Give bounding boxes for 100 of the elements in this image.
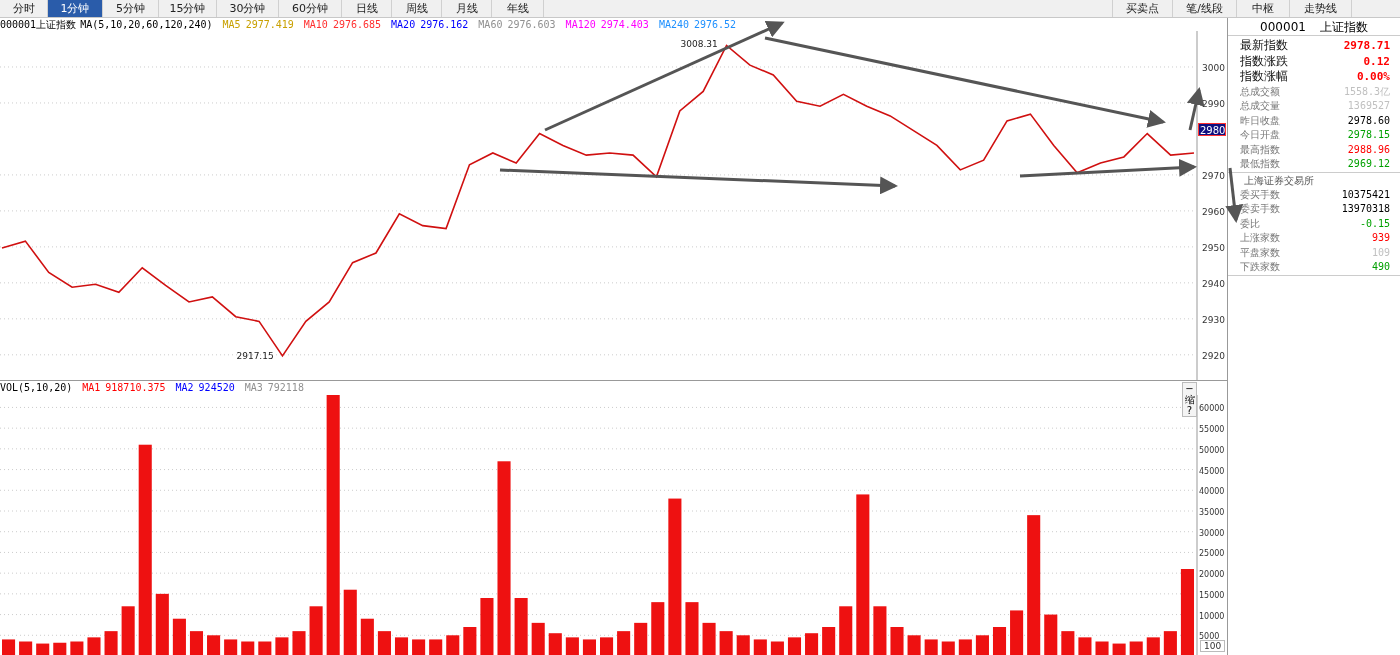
axis-bottom-label: 100 <box>1200 640 1226 652</box>
quote-value: 2988.96 <box>1347 142 1390 157</box>
volume-bar <box>582 639 596 655</box>
quote-value: 1558.3亿 <box>1343 84 1390 99</box>
quote-label: 上涨家数 <box>1240 231 1280 245</box>
volume-bar <box>189 631 204 655</box>
indicator-value: 918710.375 <box>105 382 166 393</box>
indicator-name: MA5 <box>222 19 241 30</box>
volume-bar <box>70 641 84 655</box>
indicator-name: MA10 <box>303 19 328 30</box>
quote-label: 下跌家数 <box>1240 260 1280 274</box>
axis-tick-label: 10000 <box>1199 611 1225 621</box>
volume-bar <box>258 641 272 655</box>
volume-bar <box>104 631 118 655</box>
quote-label: 总成交额 <box>1240 84 1280 99</box>
indicator-value: 2976.603 <box>507 19 556 30</box>
indicator-name: MA240 <box>658 19 689 30</box>
volume-bar <box>548 633 562 655</box>
quote-value: 10375421 <box>1341 187 1390 202</box>
volume-bar <box>992 627 1007 655</box>
volume-bar <box>600 637 614 655</box>
quote-value: 2978.60 <box>1347 113 1390 128</box>
stock-name: 上证指数 <box>1319 19 1368 35</box>
volume-bar <box>412 639 426 655</box>
axis-tick-label: 20000 <box>1199 570 1225 580</box>
volume-bar <box>1061 631 1075 655</box>
volume-bar <box>975 635 989 655</box>
axis-tick-label: 45000 <box>1199 466 1225 476</box>
volume-bar <box>958 639 972 655</box>
quote-value: 2978.71 <box>1343 38 1390 54</box>
axis-tick-label: 60000 <box>1199 404 1225 414</box>
volume-bar <box>1044 614 1058 655</box>
volume-bar <box>617 631 631 655</box>
axis-tick-label: 2970 <box>1202 170 1225 181</box>
volume-bar <box>241 641 255 655</box>
volume-bar <box>890 627 904 655</box>
volume-bar <box>292 631 306 655</box>
quote-label: 委比 <box>1240 216 1260 231</box>
stock-code: 000001 <box>1260 19 1306 35</box>
volume-bar <box>121 606 135 655</box>
volume-bar <box>2 639 16 655</box>
quote-label: 最新指数 <box>1240 38 1288 54</box>
stock-code: 000001 <box>0 19 37 30</box>
volume-bar <box>446 635 460 655</box>
axis-tick-label: 55000 <box>1199 425 1225 435</box>
axis-tick-label: 15000 <box>1199 590 1225 600</box>
tool-button[interactable]: 买卖点 <box>1112 0 1173 17</box>
chart-control-button[interactable]: 缩 <box>1183 394 1196 405</box>
axis-tick-label: 2940 <box>1202 278 1225 289</box>
chart-control-button[interactable]: ? <box>1183 405 1196 416</box>
quote-value: 2969.12 <box>1347 157 1390 171</box>
quote-value: 0.12 <box>1363 53 1390 69</box>
volume-bar <box>377 631 391 655</box>
volume-bar <box>565 637 579 655</box>
chart-control-button[interactable]: − <box>1183 383 1196 394</box>
volume-bar <box>1078 637 1092 655</box>
volume-bar <box>480 598 494 655</box>
axis-tick-label: 2990 <box>1202 98 1225 109</box>
volume-bar <box>822 627 836 655</box>
quote-label: 指数涨跌 <box>1240 53 1288 69</box>
volume-bar <box>907 635 921 655</box>
current-price-marker: 2980 <box>1198 123 1226 136</box>
axis-tick-label: 30000 <box>1199 528 1225 538</box>
volume-bar <box>53 642 67 655</box>
volume-bar <box>1010 610 1024 655</box>
quote-label: 总成交量 <box>1240 99 1280 113</box>
extreme-price-label: 2917.15 <box>236 350 274 361</box>
timeframe-tab[interactable]: 1分钟 <box>48 0 103 17</box>
volume-bar <box>1095 641 1109 655</box>
volume-bar <box>1163 631 1177 655</box>
volume-bar <box>736 635 750 655</box>
quote-value: 939 <box>1371 231 1390 245</box>
axis-tick-label: 2950 <box>1202 242 1225 253</box>
axis-tick-label: 2930 <box>1202 314 1225 325</box>
quote-value: 0.00% <box>1356 69 1390 85</box>
indicator-value: 792118 <box>267 382 304 393</box>
volume-bar <box>309 606 323 655</box>
volume-bar <box>343 589 357 655</box>
series-name: 上证指数 <box>36 19 77 30</box>
quote-label: 指数涨幅 <box>1240 69 1288 85</box>
axis-tick-label: 50000 <box>1199 445 1225 455</box>
volume-bar <box>770 641 784 655</box>
extreme-price-label: 3008.31 <box>680 39 718 50</box>
indicator-name: MA2 <box>175 382 194 393</box>
volume-bar <box>787 637 802 655</box>
indicator-value: 924520 <box>198 382 235 393</box>
quote-label: 最高指数 <box>1240 142 1280 157</box>
volume-bar <box>224 639 238 655</box>
volume-bar <box>463 627 477 655</box>
quote-label: 平盘家数 <box>1240 245 1280 260</box>
volume-bar <box>702 622 716 655</box>
indicator-name: MA3 <box>244 382 263 393</box>
quote-label: 昨日收盘 <box>1240 113 1280 128</box>
volume-bar <box>155 593 169 655</box>
volume-bar <box>207 635 221 655</box>
quote-value: 2978.15 <box>1347 128 1390 142</box>
exchange-name: 上海证券交易所 <box>1244 174 1314 186</box>
volume-bar <box>685 602 699 655</box>
quote-label: 今日开盘 <box>1240 128 1280 142</box>
volume-bar <box>360 618 374 655</box>
